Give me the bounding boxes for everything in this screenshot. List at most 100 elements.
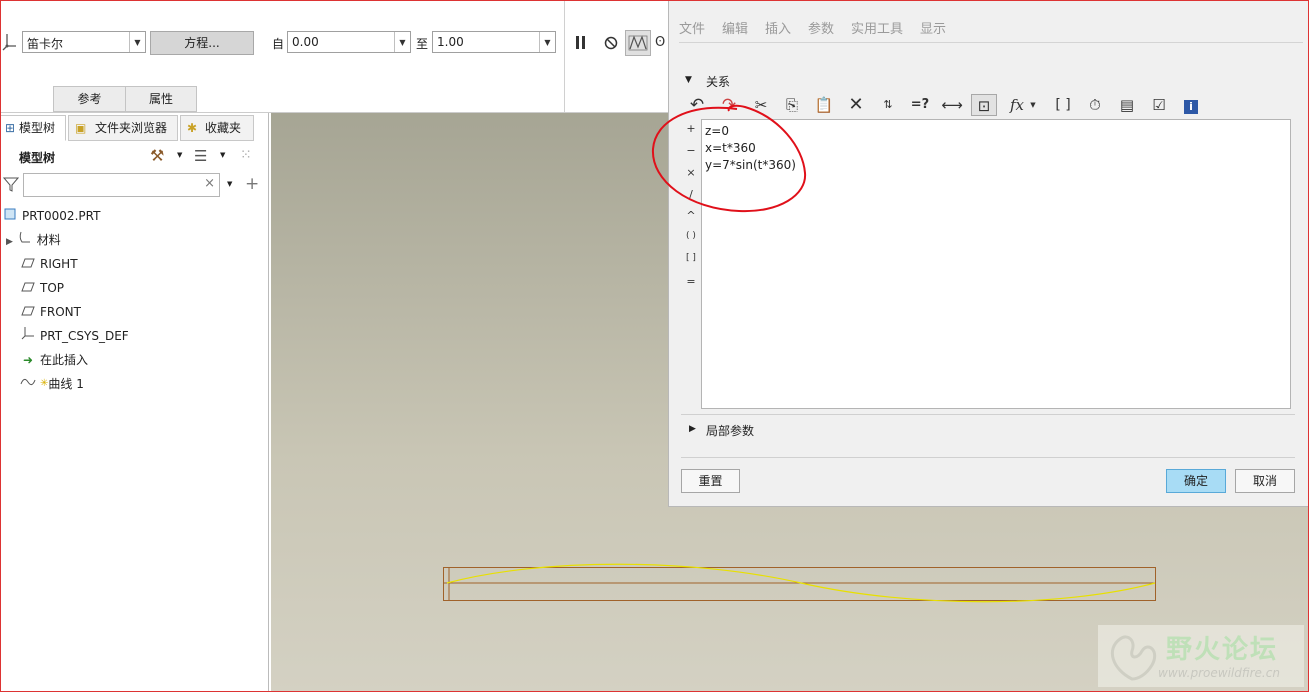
material-icon: [17, 230, 33, 250]
glasses-icon[interactable]: ʘ: [655, 35, 665, 50]
curve-from-equation-ribbon: 笛卡尔 ▼ 方程... 自 0.00 ▼ 至 1.00 ▼ ʘ 参考 属性: [0, 0, 668, 113]
operator-plus[interactable]: +: [685, 122, 697, 135]
evaluate-icon[interactable]: =?: [908, 94, 932, 116]
csys-icon: [20, 326, 36, 346]
tab-model-tree[interactable]: ⊞ 模型树: [0, 115, 66, 141]
menu-display[interactable]: 显示: [920, 18, 946, 37]
equation-line: y=7*sin(t*360): [705, 158, 796, 172]
tab-favorites[interactable]: ✱ 收藏夹: [180, 115, 254, 141]
ok-button[interactable]: 确定: [1166, 469, 1226, 493]
pause-icon[interactable]: [574, 35, 588, 54]
show-dimension-icon[interactable]: ⊡: [971, 94, 997, 116]
tree-item-label: FRONT: [40, 305, 81, 319]
tree-item-label: PRT_CSYS_DEF: [40, 329, 129, 343]
close-icon[interactable]: ×: [204, 176, 215, 191]
chevron-down-icon[interactable]: ▼: [539, 32, 555, 52]
equation-line: x=t*360: [705, 141, 756, 155]
info-icon[interactable]: i: [1179, 94, 1203, 116]
equation-line: z=0: [705, 124, 729, 138]
operator-power[interactable]: ^: [685, 209, 697, 222]
watermark-logo-icon: [1110, 635, 1157, 681]
from-value: 0.00: [292, 35, 319, 49]
filter-input[interactable]: ×: [23, 173, 220, 197]
tree-item-label: 在此插入: [40, 353, 89, 367]
to-value-field[interactable]: 1.00 ▼: [432, 31, 556, 53]
function-icon[interactable]: fx: [1005, 94, 1029, 116]
checklist-icon[interactable]: ☑: [1147, 94, 1171, 116]
collapse-icon[interactable]: ▼: [685, 75, 692, 85]
chevron-down-icon[interactable]: ▼: [1027, 94, 1039, 116]
dimension-icon[interactable]: ⟷: [940, 94, 964, 116]
tree-item-csys[interactable]: PRT_CSYS_DEF: [20, 326, 129, 346]
to-label: 至: [416, 37, 429, 51]
coord-system-value: 笛卡尔: [27, 37, 64, 51]
operator-multiply[interactable]: ×: [685, 166, 697, 179]
tab-model-tree-label: 模型树: [19, 121, 56, 135]
tree-item-curve[interactable]: ✳曲线 1: [20, 374, 84, 394]
sort-icon[interactable]: ⇅: [876, 94, 900, 116]
tree-item-insert-here[interactable]: ➜ 在此插入: [20, 350, 88, 370]
chevron-down-icon[interactable]: ▼: [227, 180, 232, 188]
copy-icon[interactable]: ⎘: [780, 94, 804, 116]
operator-minus[interactable]: −: [685, 144, 697, 157]
tree-item-right[interactable]: RIGHT: [20, 254, 78, 274]
chevron-down-icon[interactable]: ▼: [394, 32, 410, 52]
paste-icon[interactable]: 📋: [812, 94, 836, 116]
add-icon[interactable]: +: [245, 174, 259, 194]
cut-icon[interactable]: ✂: [749, 94, 773, 116]
tree-item-label: PRT0002.PRT: [22, 209, 101, 223]
operator-equals[interactable]: =: [685, 275, 697, 288]
section-divider: [681, 414, 1295, 415]
equation-button[interactable]: 方程...: [150, 31, 254, 55]
tab-folder-browser[interactable]: ▣ 文件夹浏览器: [68, 115, 178, 141]
chevron-down-icon[interactable]: ▼: [129, 32, 145, 52]
tree-item-top[interactable]: TOP: [20, 278, 64, 298]
show-icon[interactable]: ⁙: [240, 147, 252, 163]
menu-file[interactable]: 文件: [679, 18, 705, 37]
reset-button[interactable]: 重置: [681, 469, 740, 493]
to-value: 1.00: [437, 35, 464, 49]
chevron-down-icon[interactable]: ▼: [177, 151, 182, 159]
equation-dialog: 文件 编辑 插入 参数 实用工具 显示 ▼ 关系 ↶ ↷ ✂ ⎘ 📋 ✕ ⇅ =…: [651, 0, 1309, 507]
expand-icon[interactable]: ▶: [689, 424, 696, 434]
tab-reference[interactable]: 参考: [53, 86, 126, 112]
from-label: 自: [272, 37, 285, 51]
favorites-icon: ✱: [187, 121, 198, 135]
operator-brackets[interactable]: [ ]: [683, 253, 699, 263]
operator-parentheses[interactable]: ( ): [683, 231, 699, 241]
tree-settings-icon[interactable]: ⚒: [150, 146, 164, 165]
undo-icon[interactable]: ↶: [685, 94, 709, 116]
datum-plane-icon: [20, 254, 36, 274]
units-icon[interactable]: ⏱: [1083, 94, 1107, 116]
operator-divide[interactable]: /: [685, 188, 697, 201]
folder-icon: ▣: [75, 121, 87, 135]
cancel-button[interactable]: 取消: [1235, 469, 1295, 493]
menu-utilities[interactable]: 实用工具: [851, 18, 903, 37]
tree-item-front[interactable]: FRONT: [20, 302, 81, 322]
watermark: 野火论坛 www.proewildfire.cn: [1098, 625, 1304, 687]
brackets-icon[interactable]: [ ]: [1051, 94, 1075, 116]
coord-system-select[interactable]: 笛卡尔 ▼: [22, 31, 146, 53]
filter-icon[interactable]: [2, 176, 20, 195]
menu-edit[interactable]: 编辑: [722, 18, 748, 37]
relations-section-title: 关系: [706, 75, 731, 89]
tab-properties[interactable]: 属性: [125, 86, 197, 112]
tree-item-label: 材料: [36, 233, 61, 247]
verify-icon[interactable]: ▤: [1115, 94, 1139, 116]
redo-icon[interactable]: ↷: [717, 94, 741, 116]
menu-parameters[interactable]: 参数: [808, 18, 834, 37]
preview-geometry-icon[interactable]: [625, 30, 651, 56]
from-value-field[interactable]: 0.00 ▼: [287, 31, 411, 53]
expand-icon[interactable]: ▶: [6, 237, 13, 247]
local-params-section-title[interactable]: 局部参数: [706, 422, 754, 439]
chevron-down-icon[interactable]: ▼: [220, 151, 225, 159]
cancel-feature-icon[interactable]: [603, 35, 619, 54]
tree-item-part[interactable]: PRT0002.PRT: [2, 206, 100, 226]
delete-icon[interactable]: ✕: [844, 94, 868, 116]
menu-divider: [679, 42, 1303, 43]
equation-editor[interactable]: z=0 x=t*360 y=7*sin(t*360): [701, 119, 1291, 409]
tree-columns-icon[interactable]: ☰: [194, 147, 207, 165]
tree-item-material[interactable]: ▶ 材料: [6, 230, 61, 250]
tree-item-label: 曲线 1: [48, 377, 84, 391]
menu-insert[interactable]: 插入: [765, 18, 791, 37]
